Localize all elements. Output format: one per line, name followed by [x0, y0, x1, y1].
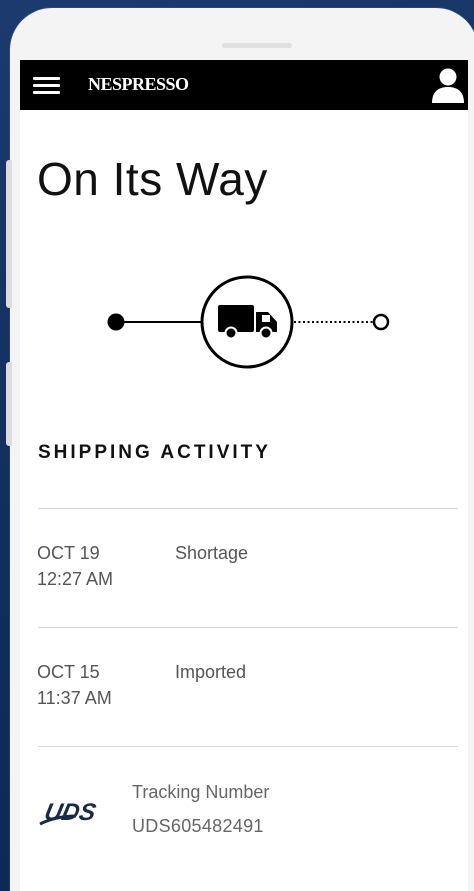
activity-date: OCT 19 — [37, 543, 100, 563]
activity-status: Imported — [175, 662, 247, 682]
page-title: On Its Way — [37, 153, 268, 205]
activity-datetime: OCT 19 12:27 AM — [37, 540, 113, 592]
phone-side-button — [6, 160, 12, 308]
divider — [38, 627, 458, 628]
step-end-dot — [372, 313, 390, 331]
carrier-logo: UDS — [39, 799, 98, 826]
top-navigation-bar: NESPRESSO — [20, 60, 468, 110]
user-icon[interactable] — [430, 66, 466, 104]
activity-time: 12:27 AM — [37, 569, 114, 589]
shipment-progress-tracker — [107, 275, 390, 369]
activity-row: OCT 19 12:27 AM Shortage — [37, 540, 457, 600]
divider — [38, 508, 458, 509]
tracking-number-value[interactable]: UDS605482491 — [132, 816, 264, 837]
phone-speaker — [222, 43, 292, 48]
shipping-activity-heading: SHIPPING ACTIVITY — [38, 442, 271, 463]
menu-icon[interactable] — [33, 77, 60, 95]
tracking-number-label: Tracking Number — [132, 782, 270, 802]
app-screen: NESPRESSO On Its Way SHIPPING ACTIVITY O… — [20, 60, 468, 891]
brand-logo[interactable]: NESPRESSO — [88, 74, 189, 95]
activity-date: OCT 15 — [37, 662, 100, 682]
activity-status: Shortage — [175, 543, 249, 563]
divider — [38, 746, 458, 747]
activity-datetime: OCT 15 11:37 AM — [37, 659, 112, 711]
activity-row: OCT 15 11:37 AM Imported — [37, 659, 457, 719]
activity-time: 11:37 AM — [37, 688, 112, 708]
carrier-logo-text: UDS — [42, 799, 98, 826]
phone-side-button — [6, 362, 12, 446]
